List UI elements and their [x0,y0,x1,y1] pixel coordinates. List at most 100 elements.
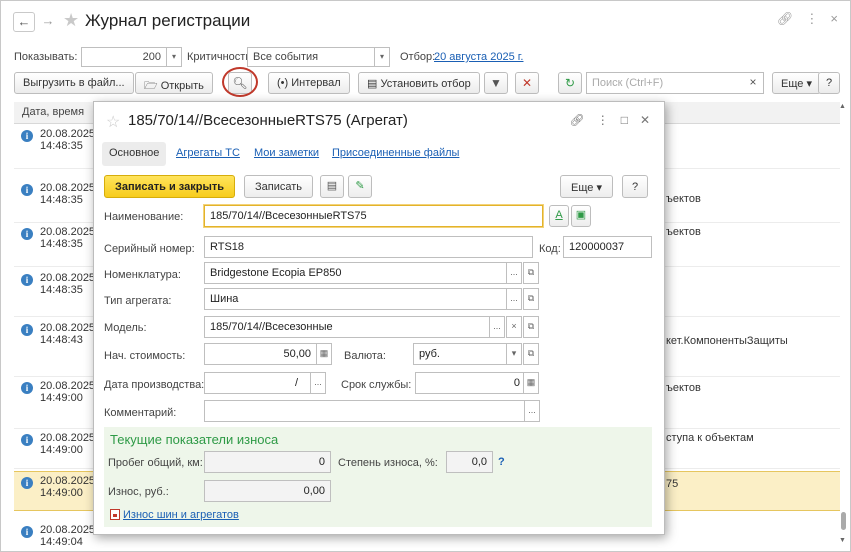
serial-input[interactable]: RTS18 [204,236,533,258]
service-life-label: Срок службы: [341,379,412,391]
chevron-down-icon: ▾ [379,52,384,61]
report-icon [110,509,120,520]
set-filter-button[interactable]: ▤ Установить отбор [358,72,480,94]
currency-label: Валюта: [344,350,386,362]
dialog-controls: 🔗︎ ⋮ □ ✕ [557,113,650,127]
close-icon[interactable]: ✕ [640,113,650,127]
row-datetime: 20.08.2025 14:48:35 [40,272,96,296]
nomenclature-open-button[interactable]: ⧉ [523,262,539,284]
list-button[interactable]: ▤ [320,175,344,198]
model-clear-button[interactable]: × [506,316,522,338]
currency-dropdown[interactable]: ▾ [506,343,522,365]
currency-open-button[interactable]: ⧉ [523,343,539,365]
help-button[interactable]: ? [818,72,841,94]
row-datetime: 20.08.2025 14:48:35 [40,182,96,206]
row-datetime: 20.08.2025 14:48:35 [40,128,96,152]
currency-input[interactable]: руб. [413,343,507,365]
search-clear-button[interactable]: × [742,72,764,94]
production-date-input[interactable]: / [204,372,311,394]
save-button[interactable]: Записать [244,175,314,198]
model-open-button[interactable]: ⧉ [523,316,539,338]
close-icon[interactable]: × [830,11,838,26]
filter-icon-button[interactable]: ▼ [484,72,508,94]
paste-button[interactable]: ▣ [571,205,591,227]
chevron-down-icon: ▾ [596,182,602,194]
dialog-help-button[interactable]: ? [622,175,649,198]
open-button[interactable]: 🗁 Открыть [135,72,213,94]
service-life-calc-button[interactable]: ▦ [523,372,539,394]
scroll-down-icon[interactable]: ▼ [839,537,846,544]
row-text: ъектов [666,193,701,205]
interval-button[interactable]: (•) Интервал [268,72,350,94]
comment-input[interactable] [204,400,534,422]
more-button[interactable]: Еще ▾ [772,72,821,94]
edit-button[interactable]: ✎ [348,175,372,198]
font-color-button[interactable]: A [549,205,569,227]
arrow-left-icon: ← [17,14,31,29]
row-text: ъектов [666,382,701,394]
dialog-more-button[interactable]: Еще ▾ [560,175,613,198]
export-button[interactable]: Выгрузить в файл... [14,72,134,94]
cost-input[interactable]: 50,00 [204,343,317,365]
maximize-icon[interactable]: □ [621,113,628,127]
criticality-field[interactable]: Все события [247,47,375,67]
wear-report-link[interactable]: Износ шин и агрегатов [123,509,239,521]
forward-button[interactable]: → [37,12,59,32]
show-count-field[interactable]: 200 [81,47,167,67]
wear-degree-help[interactable]: ? [498,456,505,468]
scrollbar-thumb[interactable] [841,512,846,530]
unit-type-open-button[interactable]: ⧉ [523,288,539,310]
refresh-button[interactable]: ↻ [558,72,582,94]
more-label: Еще [781,78,804,90]
calculator-button[interactable]: ▦ [316,343,332,365]
more-vert-icon[interactable]: ⋮ [597,113,609,127]
date-column-header[interactable]: Дата, время [22,106,84,118]
more-vert-icon[interactable]: ⋮ [805,11,818,26]
wear-title: Текущие показатели износа [110,432,279,447]
tab-vehicle-units[interactable]: Агрегаты ТС [176,147,240,159]
link-icon[interactable]: 🔗︎ [569,113,584,127]
info-icon: i [21,324,33,336]
cost-label: Нач. стоимость: [104,350,186,362]
chevron-down-icon: ▾ [171,52,176,61]
model-input[interactable]: 185/70/14//Всесезонные [204,316,490,338]
clear-filter-button[interactable]: ✕ [515,72,539,94]
comment-label: Комментарий: [104,407,177,419]
pencil-icon: ✎ [355,180,365,192]
tab-main[interactable]: Основное [102,142,167,166]
document-icon: ▤ [326,180,338,192]
info-icon: i [21,130,33,142]
production-date-select-button[interactable]: ... [310,372,326,394]
wear-rub-value: 0,00 [204,480,331,502]
name-input[interactable]: 185/70/14//ВсесезонныеRTS75 [204,205,543,227]
show-count-dropdown[interactable]: ▾ [166,47,182,67]
code-input[interactable]: 120000037 [563,236,652,258]
back-button[interactable]: ← [13,12,35,32]
window-title: Журнал регистрации [85,11,251,30]
close-icon: × [511,321,517,331]
model-select-button[interactable]: ... [489,316,505,338]
favorite-star-icon[interactable]: ☆ [106,112,120,132]
open-link-icon: ⧉ [527,267,535,277]
tab-attached-files[interactable]: Присоединенные файлы [332,147,459,159]
selection-link[interactable]: 20 августа 2025 г. [434,51,523,63]
clear-filter-icon: ✕ [521,76,533,90]
scroll-up-icon[interactable]: ▲ [839,103,846,110]
open-link-icon: ⧉ [527,348,535,358]
nomenclature-input[interactable]: Bridgestone Ecopia EP850 [204,262,507,284]
favorite-star-icon[interactable]: ★ [63,10,79,31]
tab-my-notes[interactable]: Мои заметки [254,147,319,159]
service-life-input[interactable]: 0 [415,372,526,394]
ellipsis-icon: ... [510,293,518,303]
criticality-dropdown[interactable]: ▾ [374,47,390,67]
comment-edit-button[interactable]: ... [524,400,540,422]
nomenclature-select-button[interactable]: ... [506,262,522,284]
link-icon[interactable]: 🔗︎ [777,11,794,26]
save-and-close-button[interactable]: Записать и закрыть [104,175,236,198]
unit-type-select-button[interactable]: ... [506,288,522,310]
table-scrollbar[interactable]: ▲ ▼ [839,101,848,546]
wear-degree-label: Степень износа, %: [338,457,438,469]
unit-type-input[interactable]: Шина [204,288,507,310]
search-input[interactable]: Поиск (Ctrl+F) [586,72,764,94]
nomenclature-label: Номенклатура: [104,269,181,281]
